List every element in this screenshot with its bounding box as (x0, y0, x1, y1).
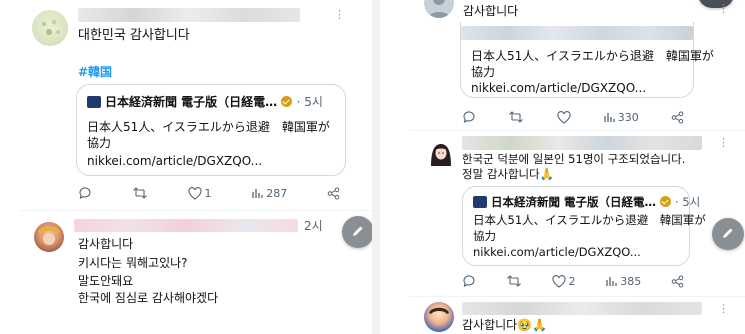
quoted-news-card[interactable]: 日本経済新聞 電子版（日経電… · 5시 日本人51人、イスラエルから退避 韓国… (76, 84, 346, 176)
post-actions: 330 (462, 110, 684, 124)
card-headline-line1: 日本人51人、イスラエルから退避 韓国軍が (471, 49, 714, 63)
card-url[interactable]: nikkei.com/article/DGXZQO... (473, 244, 641, 260)
card-headline-line2: 協力 (473, 229, 496, 243)
card-headline-line2: 協力 (471, 65, 496, 79)
post-text-line: 한국군 덕분에 일본인 51명이 구조되었습니다. (462, 152, 686, 166)
share-icon[interactable] (671, 111, 684, 124)
avatar[interactable] (424, 0, 454, 18)
quoted-author-redacted (461, 26, 693, 40)
username-redacted (74, 219, 298, 232)
compose-icon (351, 223, 365, 242)
post-text-line: 한국에 짐심로 감사해야겠다 (78, 291, 219, 305)
reply-icon[interactable] (78, 186, 92, 200)
post-text-line: 감사합니다 (78, 237, 134, 251)
compose-icon (721, 225, 735, 244)
more-icon[interactable]: ⋮ (718, 2, 729, 15)
divider (410, 130, 745, 131)
card-url[interactable]: nikkei.com/article/DGXZQO... (471, 80, 646, 96)
post-time: 2시 (304, 219, 323, 233)
post-text-line: 말도안돼요 (78, 274, 134, 288)
views-count: 287 (266, 186, 288, 200)
share-icon[interactable] (327, 187, 340, 200)
quoted-news-card[interactable]: 日本人51人、イスラエルから退避 韓国軍が 協力 nikkei.com/arti… (460, 22, 714, 98)
card-headline-line2: 協力 (87, 136, 112, 150)
more-icon[interactable]: ⋮ (718, 302, 729, 315)
heart-icon (551, 274, 566, 288)
username-redacted (462, 302, 702, 315)
like-count: 2 (568, 274, 576, 288)
share-icon[interactable] (671, 275, 684, 288)
post-actions: 2 385 (462, 274, 684, 288)
divider (20, 210, 372, 211)
reply-icon[interactable] (462, 110, 476, 124)
username-redacted (78, 8, 300, 22)
right-panel: 감사합니다 ⋮ 日本人51人、イスラエルから退避 韓国軍が 協力 nikkei.… (380, 0, 745, 334)
heart-icon[interactable] (556, 110, 571, 124)
views-button[interactable]: 287 (251, 187, 287, 200)
avatar[interactable] (428, 140, 454, 168)
compose-button[interactable] (342, 216, 372, 248)
like-count: 1 (204, 186, 212, 200)
card-url[interactable]: nikkei.com/article/DGXZQO... (87, 153, 262, 169)
views-icon (603, 111, 615, 123)
post-text: 감사합니다 (463, 4, 519, 18)
compose-button[interactable] (712, 218, 744, 250)
avatar[interactable] (34, 222, 64, 252)
post-actions: 1 287 (78, 186, 340, 200)
heart-icon (187, 186, 202, 200)
views-button[interactable]: 385 (605, 275, 641, 288)
quoted-news-card[interactable]: 日本経済新聞 電子版（日経電… · 5시 日本人51人、イスラエルから退避 韓国… (462, 186, 706, 266)
retweet-icon[interactable] (132, 186, 148, 200)
post-time: · 5시 (296, 95, 323, 109)
avatar[interactable] (32, 10, 68, 46)
more-icon[interactable]: ⋮ (334, 8, 345, 21)
views-count: 330 (617, 110, 639, 124)
panel-separator (372, 0, 380, 334)
reply-icon[interactable] (462, 274, 476, 288)
more-icon[interactable]: ⋮ (718, 136, 729, 149)
source-name: 日本経済新聞 電子版（日経電… (491, 195, 657, 209)
card-headline-line1: 日本人51人、イスラエルから退避 韓国軍が (87, 120, 330, 134)
hashtag-link[interactable]: #韓国 (78, 64, 112, 80)
like-button[interactable]: 2 (551, 274, 576, 288)
views-icon (251, 187, 263, 199)
verified-badge-icon (281, 96, 293, 107)
divider (410, 296, 745, 297)
card-headline-line1: 日本人51人、イスラエルから退避 韓国軍が (473, 213, 706, 227)
retweet-icon[interactable] (508, 110, 524, 124)
views-count: 385 (620, 274, 642, 288)
card-header: 日本経済新聞 電子版（日経電… · 5시 (87, 94, 323, 110)
avatar[interactable] (424, 302, 454, 332)
post-text-line: 정말 감사합니다🙏 (462, 167, 555, 181)
nikkei-logo-icon (87, 96, 101, 108)
verified-badge-icon (660, 196, 672, 207)
like-button[interactable]: 1 (187, 186, 212, 200)
post-text-line: 키시다는 뭐해고있나? (78, 256, 188, 270)
retweet-icon[interactable] (506, 274, 522, 288)
views-icon (605, 275, 617, 287)
post-time: · 5시 (675, 195, 701, 209)
username-redacted (462, 136, 702, 150)
card-header: 日本経済新聞 電子版（日経電… · 5시 (473, 194, 700, 210)
nikkei-logo-icon (473, 196, 487, 208)
left-panel: ⋮ 대한민국 감사합니다 #韓国 日本経済新聞 電子版（日経電… · 5시 日本… (0, 0, 372, 334)
views-button[interactable]: 330 (603, 111, 639, 124)
post-text: 감사합니다🥹🙏 (462, 318, 548, 332)
post-text: 대한민국 감사합니다 (78, 28, 190, 43)
source-name: 日本経済新聞 電子版（日経電… (105, 95, 278, 109)
